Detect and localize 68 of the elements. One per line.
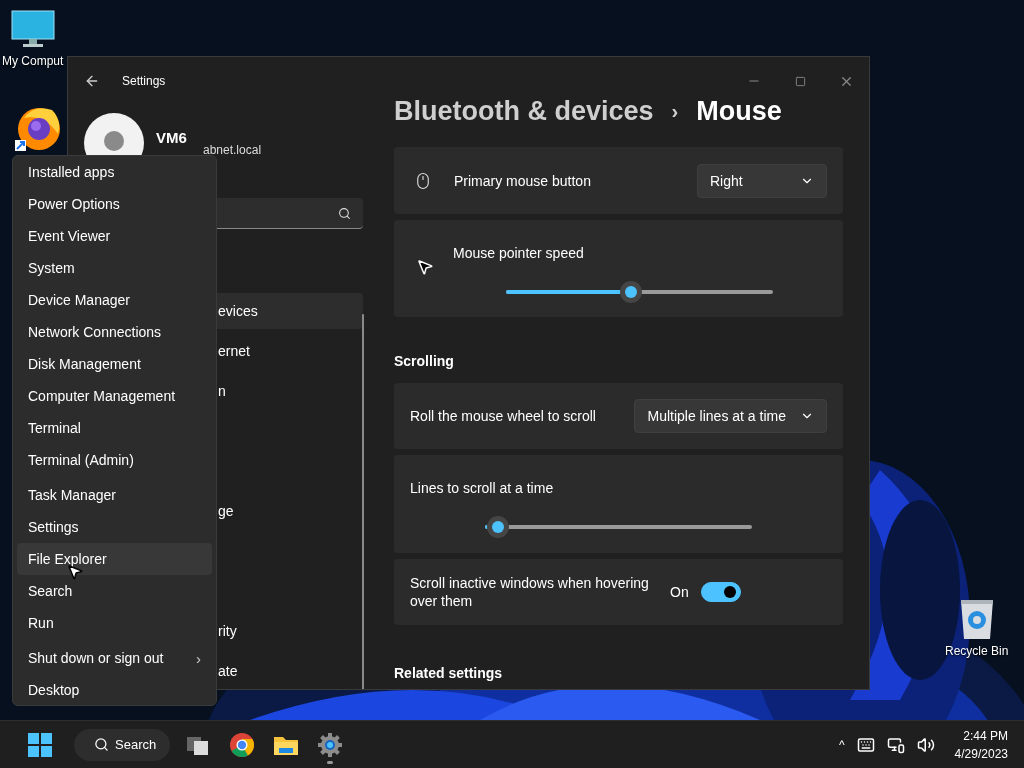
menu-item[interactable]: Shut down or sign out ›	[17, 642, 212, 674]
menu-item-label: System	[28, 260, 75, 276]
menu-item[interactable]: Event Viewer	[17, 220, 212, 252]
setting-label: Roll the mouse wheel to scroll	[410, 407, 597, 425]
network-icon[interactable]	[886, 735, 905, 754]
page-title: Mouse	[696, 95, 782, 127]
menu-item[interactable]: Computer Management	[17, 380, 212, 412]
mouse-icon	[414, 171, 432, 190]
tray-overflow[interactable]: ^	[838, 737, 845, 752]
monitor-icon	[10, 10, 55, 50]
search-icon	[338, 206, 351, 220]
menu-item-label: Desktop	[28, 682, 80, 698]
menu-item-label: Shut down or sign out	[28, 650, 164, 666]
menu-item[interactable]: Power Options	[17, 188, 212, 220]
menu-item-label: Settings	[28, 519, 79, 535]
menu-item[interactable]: Run	[17, 607, 212, 639]
start-icon[interactable]	[28, 732, 52, 757]
volume-icon[interactable]	[916, 735, 935, 754]
menu-item-label: Disk Management	[28, 356, 141, 372]
menu-item[interactable]: File Explorer	[17, 543, 212, 575]
menu-item-label: Search	[28, 583, 73, 599]
setting-label: Primary mouse button	[454, 171, 592, 190]
chrome-icon	[229, 731, 255, 758]
setting-label: Lines to scroll at a time	[410, 479, 555, 497]
section-heading: Scrolling	[394, 353, 455, 369]
menu-item-label: Terminal	[28, 420, 81, 436]
cursor-icon	[416, 258, 434, 276]
section-heading: Related settings	[394, 665, 504, 681]
menu-item[interactable]: Terminal (Admin)	[17, 444, 212, 476]
window-title: Settings	[122, 74, 166, 88]
breadcrumb-link[interactable]: Bluetooth & devices	[394, 95, 654, 127]
gear-icon	[317, 731, 343, 758]
maximize-icon	[794, 75, 806, 87]
menu-item-label: Event Viewer	[28, 228, 111, 244]
account-email: abnet.local	[203, 143, 262, 157]
menu-item-label: Task Manager	[28, 487, 116, 503]
menu-item-label: Terminal (Admin)	[28, 452, 134, 468]
setting-label: Mouse pointer speed	[453, 243, 585, 262]
menu-item-label: Power Options	[28, 196, 120, 212]
account-name: VM6	[156, 129, 188, 146]
breadcrumb-separator: ›	[671, 99, 679, 123]
menu-item-label: Computer Management	[28, 388, 176, 404]
menu-item[interactable]: Search	[17, 575, 212, 607]
menu-item[interactable]: Settings	[17, 511, 212, 543]
menu-item[interactable]: Disk Management	[17, 348, 212, 380]
search-button[interactable]: Search	[74, 728, 170, 761]
slider-thumb[interactable]	[487, 516, 510, 538]
desktop-icon-label[interactable]: My Comput	[2, 54, 64, 68]
menu-item[interactable]: System	[17, 252, 212, 284]
setting-label: Scroll inactive windows when hovering over them	[410, 574, 650, 610]
menu-item[interactable]: Installed apps	[17, 156, 212, 188]
desktop-icon-label[interactable]: Recycle Bin	[945, 644, 1009, 658]
keyboard-icon[interactable]	[856, 735, 875, 754]
search-icon	[94, 737, 109, 752]
dropdown[interactable]: Right	[697, 163, 827, 198]
back-icon[interactable]	[84, 73, 100, 89]
menu-item-label: Installed apps	[28, 164, 115, 180]
menu-item[interactable]: Task Manager	[17, 479, 212, 511]
submenu-arrow: ›	[196, 649, 201, 667]
menu-item-label: Run	[28, 615, 54, 631]
clock[interactable]: 2:44 PM 4/29/2023	[954, 728, 1008, 761]
menu-item[interactable]: Desktop	[17, 674, 212, 705]
toggle-switch[interactable]	[700, 582, 741, 602]
toggle-state: On	[670, 584, 689, 600]
menu-item-label: File Explorer	[28, 551, 107, 567]
dropdown[interactable]: Multiple lines at a time	[634, 399, 827, 433]
menu-item[interactable]: Terminal	[17, 412, 212, 444]
slider-thumb[interactable]	[620, 280, 643, 303]
